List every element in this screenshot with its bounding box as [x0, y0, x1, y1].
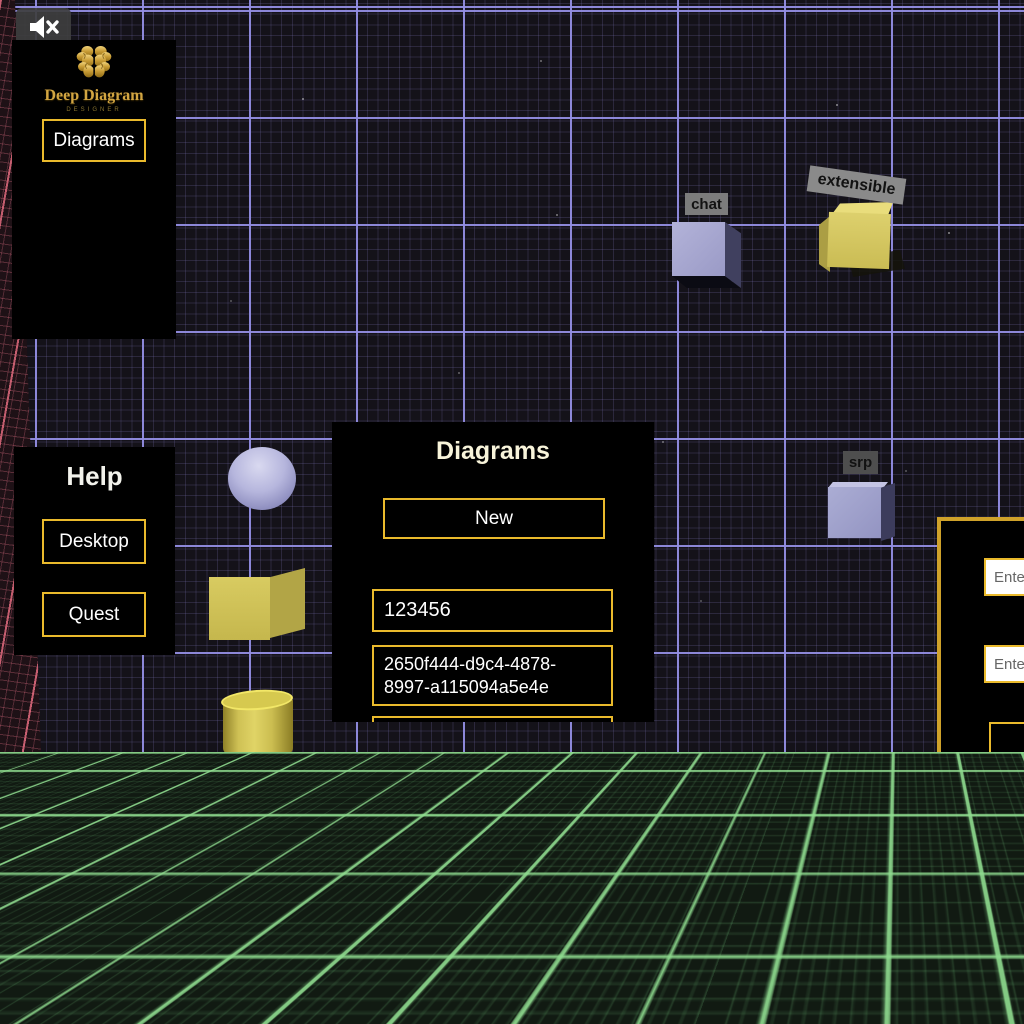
- right-panel-button-2[interactable]: [989, 795, 1024, 831]
- right-panel-input-1[interactable]: [984, 558, 1024, 596]
- yellow-cube-shape[interactable]: [209, 577, 270, 640]
- vr-scene: chat extensible srp: [0, 0, 1024, 1024]
- diagram-list-item[interactable]: 2650f444-d9c4-4878-8997-a115094a5e4e: [372, 645, 613, 706]
- brand-subtitle: DESIGNER: [12, 107, 176, 113]
- diagram-list-item[interactable]: 123456: [372, 589, 613, 632]
- help-panel-title: Help: [14, 461, 175, 492]
- help-desktop-button[interactable]: Desktop: [42, 519, 146, 564]
- right-side-panel: [937, 517, 1024, 863]
- cube-extensible[interactable]: [827, 212, 891, 269]
- help-panel: Help Desktop Quest: [14, 447, 175, 655]
- brain-logo-icon: [12, 44, 176, 85]
- right-panel-input-2[interactable]: [984, 645, 1024, 683]
- diagrams-panel-title: Diagrams: [332, 437, 654, 466]
- cube-srp[interactable]: [828, 487, 881, 538]
- cube-srp-side-face: [881, 483, 895, 541]
- logo-panel: Deep Diagram DESIGNER Diagrams: [12, 40, 176, 339]
- diagrams-menu-button[interactable]: Diagrams: [42, 119, 146, 162]
- node-label-srp[interactable]: srp: [843, 451, 878, 474]
- yellow-cube-side-face: [270, 568, 305, 638]
- right-panel-button-1[interactable]: [989, 722, 1024, 764]
- node-label-chat[interactable]: chat: [685, 193, 728, 215]
- new-diagram-button[interactable]: New: [383, 498, 605, 539]
- cube-chat[interactable]: [672, 222, 725, 276]
- help-quest-button[interactable]: Quest: [42, 592, 146, 637]
- diagrams-panel: Diagrams New 123456 2650f444-d9c4-4878-8…: [332, 422, 654, 722]
- diagram-list-item-partial[interactable]: [372, 716, 613, 722]
- brand-name: Deep Diagram: [12, 87, 176, 105]
- sphere-shape[interactable]: [228, 447, 296, 510]
